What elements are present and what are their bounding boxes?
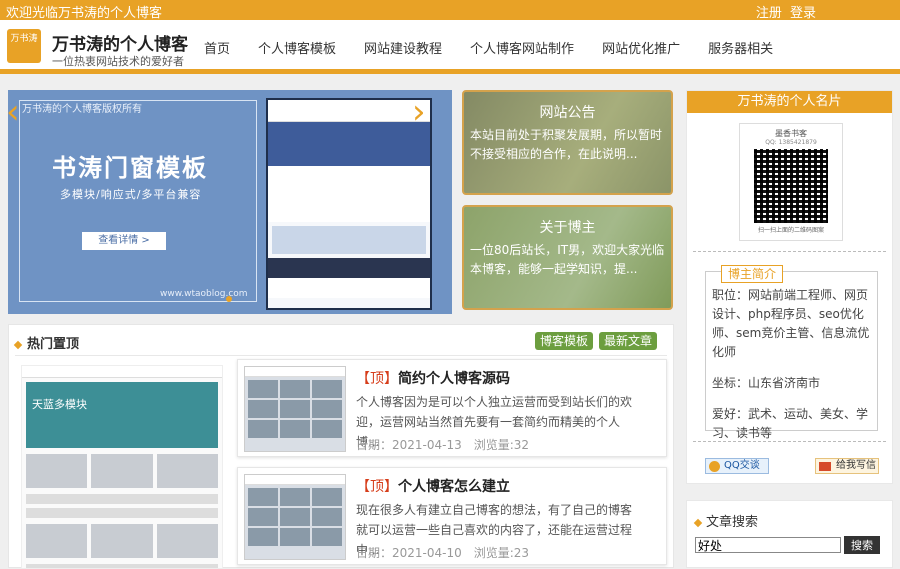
about-title: 关于博主	[539, 220, 596, 236]
post-views: 浏览量:23	[473, 546, 530, 560]
notice-title: 网站公告	[539, 105, 596, 121]
bio-title: 博主简介	[721, 265, 784, 283]
site-title[interactable]: 万书涛的个人博客	[52, 30, 188, 55]
banner-headline: 书涛门窗模板	[52, 154, 208, 182]
slider-prev-icon[interactable]: ‹	[6, 92, 20, 132]
hot-section-title: 热门置顶	[15, 333, 79, 352]
article-search: 文章搜索 搜索	[686, 500, 893, 568]
write-mail-label: 给我写信	[836, 460, 876, 471]
bio-hobby: 爱好：武术、运动、美女、学习、读书等	[712, 407, 869, 440]
post-date: 日期：2021-04-10	[356, 546, 462, 560]
qr-title: 墨香书客	[775, 129, 807, 138]
mail-icon	[819, 462, 831, 471]
hot-section: 热门置顶 博客模板 最新文章 天蓝多模块 【顶】简约个人博客源码 个人博客因为是…	[8, 324, 674, 569]
welcome-text: 欢迎光临万书涛的个人博客	[6, 6, 163, 21]
qq-chat-label: QQ交谈	[724, 460, 760, 471]
banner-template-screenshot	[266, 98, 432, 310]
bio-job: 职位：网站前端工程师、网页设计、php程序员、seo优化师、sem竞价主管、信息…	[712, 288, 870, 359]
nav-item-blog-templates[interactable]: 个人博客模板	[258, 38, 336, 57]
banner-url: www.wtaoblog.com	[160, 289, 248, 299]
logo-text: 万书涛	[10, 34, 38, 44]
top-mark: 【顶】	[356, 371, 398, 387]
notice-card[interactable]: 网站公告 本站目前处于积聚发展期，所以暂时不接受相应的合作，在此说明...	[462, 90, 673, 195]
profile-card-title: 万书涛的个人名片	[687, 91, 892, 113]
post-title-text: 简约个人博客源码	[398, 371, 510, 387]
post-title[interactable]: 【顶】个人博客怎么建立	[356, 476, 510, 496]
nav-item-home[interactable]: 首页	[204, 38, 230, 57]
site-logo[interactable]: 万书涛	[7, 29, 41, 63]
notice-text: 本站目前处于积聚发展期，所以暂时不接受相应的合作，在此说明...	[470, 128, 663, 161]
qr-subtitle: QQ: 1385421879	[765, 139, 817, 146]
post-meta: 日期：2021-04-10 浏览量:23	[356, 544, 529, 561]
post-views: 浏览量:32	[473, 438, 530, 452]
qq-chat-button[interactable]: QQ交谈	[705, 458, 769, 474]
post-meta: 日期：2021-04-13 浏览量:32	[356, 436, 529, 453]
login-link[interactable]: 登录	[790, 6, 816, 21]
qq-icon	[709, 461, 720, 472]
nav-item-site-tutorials[interactable]: 网站建设教程	[364, 38, 442, 57]
nav-item-seo[interactable]: 网站优化推广	[602, 38, 680, 57]
post-title-text: 个人博客怎么建立	[398, 479, 510, 495]
post-thumbnail[interactable]	[244, 366, 346, 452]
slider-indicator[interactable]	[226, 296, 232, 302]
about-text: 一位80后站长，IT男，欢迎大家光临本博客，能够一起学知识，提...	[470, 243, 665, 276]
preview-banner-text: 天蓝多模块	[26, 382, 218, 448]
banner-copyright: 万书涛的个人博客版权所有	[22, 104, 142, 115]
nav-item-server[interactable]: 服务器相关	[708, 38, 773, 57]
banner-subline: 多模块/响应式/多平台兼容	[60, 188, 202, 201]
post-date: 日期：2021-04-13	[356, 438, 462, 452]
auth-links: 注册 登录	[752, 2, 816, 21]
qr-code-card: 墨香书客 QQ: 1385421879 扫一扫上面的二维码图案	[739, 123, 843, 241]
write-mail-button[interactable]: 给我写信	[815, 458, 879, 474]
banner-detail-button[interactable]: 查看详情 >	[82, 232, 166, 250]
search-title: 文章搜索	[695, 511, 758, 530]
register-link[interactable]: 注册	[756, 6, 782, 21]
divider	[693, 441, 886, 442]
divider	[693, 251, 886, 252]
about-card[interactable]: 关于博主 一位80后站长，IT男，欢迎大家光临本博客，能够一起学知识，提...	[462, 205, 673, 310]
site-header: 万书涛 万书涛的个人博客 一位热衷网站技术的爱好者 首页 个人博客模板 网站建设…	[0, 20, 900, 74]
main-nav: 首页 个人博客模板 网站建设教程 个人博客网站制作 网站优化推广 服务器相关	[190, 38, 787, 57]
bio-box: 职位：网站前端工程师、网页设计、php程序员、seo优化师、sem竞价主管、信息…	[705, 271, 878, 440]
tag-latest-articles[interactable]: 最新文章	[599, 332, 658, 350]
bio-location: 坐标：山东省济南市	[712, 376, 821, 390]
tag-blog-templates[interactable]: 博客模板	[535, 332, 594, 350]
post-card[interactable]: 【顶】个人博客怎么建立 现在很多人有建立自己博客的想法，有了自己的博客就可以运营…	[237, 467, 667, 565]
banner-slider[interactable]: 万书涛的个人博客版权所有 书涛门窗模板 多模块/响应式/多平台兼容 查看详情 >…	[8, 90, 452, 314]
slider-next-icon[interactable]: ›	[412, 92, 426, 132]
search-button[interactable]: 搜索	[844, 536, 880, 554]
search-input[interactable]	[695, 537, 841, 553]
top-bar: 欢迎光临万书涛的个人博客 注册 登录	[0, 0, 900, 21]
top-mark: 【顶】	[356, 479, 398, 495]
post-card[interactable]: 【顶】简约个人博客源码 个人博客因为是可以个人独立运营而受到站长们的欢迎，运营网…	[237, 359, 667, 457]
qr-caption: 扫一扫上面的二维码图案	[757, 227, 824, 234]
qr-code-icon	[754, 149, 828, 223]
post-thumbnail[interactable]	[244, 474, 346, 560]
site-subtitle: 一位热衷网站技术的爱好者	[52, 55, 184, 68]
nav-item-blog-making[interactable]: 个人博客网站制作	[470, 38, 574, 57]
divider	[15, 355, 667, 356]
post-title[interactable]: 【顶】简约个人博客源码	[356, 368, 510, 388]
featured-template-preview[interactable]: 天蓝多模块	[21, 365, 223, 569]
profile-card: 万书涛的个人名片 墨香书客 QQ: 1385421879 扫一扫上面的二维码图案…	[686, 90, 893, 484]
